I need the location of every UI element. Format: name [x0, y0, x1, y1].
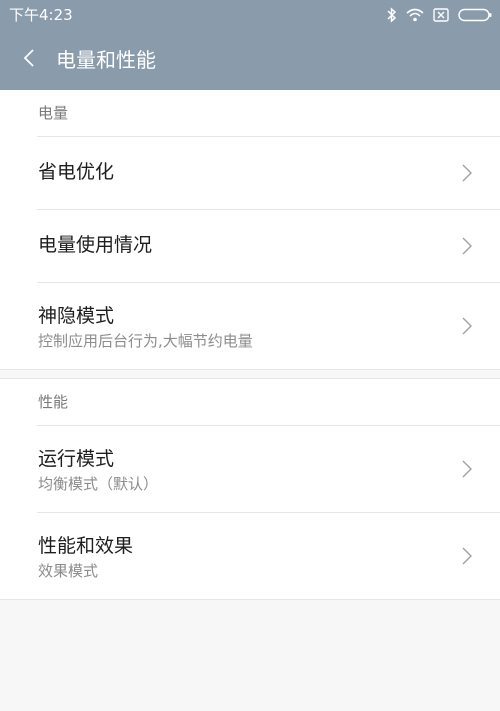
list-item-battery-usage[interactable]: 电量使用情况 — [37, 209, 500, 282]
bluetooth-icon — [387, 7, 397, 23]
battery-icon — [458, 8, 492, 22]
chevron-right-icon — [462, 547, 472, 565]
page-title: 电量和性能 — [56, 48, 156, 72]
back-button[interactable] — [14, 44, 44, 76]
section-divider — [0, 369, 500, 379]
section-header-battery: 电量 — [38, 104, 69, 122]
chevron-right-icon — [462, 460, 472, 478]
chevron-right-icon — [462, 317, 472, 335]
list-item-subtitle: 效果模式 — [38, 562, 99, 580]
section-performance: 性能 运行模式 均衡模式（默认） 性能和效果 效果模式 — [0, 379, 500, 600]
list-item-power-saving[interactable]: 省电优化 — [37, 136, 500, 209]
status-time: 下午4:23 — [9, 6, 73, 24]
list-item-run-mode[interactable]: 运行模式 均衡模式（默认） — [37, 425, 500, 512]
list-item-hidden-mode[interactable]: 神隐模式 控制应用后台行为,大幅节约电量 — [37, 282, 500, 369]
title-bar: 电量和性能 — [0, 30, 500, 90]
status-icons — [387, 5, 492, 25]
list-item-title: 电量使用情况 — [38, 234, 153, 256]
list-item-performance-effects[interactable]: 性能和效果 效果模式 — [37, 512, 500, 599]
section-header-performance: 性能 — [38, 393, 69, 411]
list-item-title: 神隐模式 — [38, 305, 115, 327]
list-item-title: 省电优化 — [38, 161, 115, 183]
status-bar: 下午4:23 — [0, 0, 500, 30]
list-item-title: 性能和效果 — [38, 535, 134, 557]
list-item-title: 运行模式 — [38, 448, 115, 470]
settings-content: 电量 省电优化 电量使用情况 神隐模式 控制应用后台行为,大幅节约电量 性能 运… — [0, 90, 500, 600]
chevron-right-icon — [462, 164, 472, 182]
section-battery: 电量 省电优化 电量使用情况 神隐模式 控制应用后台行为,大幅节约电量 — [0, 90, 500, 369]
no-sim-icon — [433, 8, 449, 22]
wifi-icon — [406, 8, 424, 22]
chevron-right-icon — [462, 237, 472, 255]
list-item-subtitle: 控制应用后台行为,大幅节约电量 — [38, 332, 253, 350]
list-item-subtitle: 均衡模式（默认） — [38, 475, 159, 493]
chevron-left-icon — [23, 48, 35, 72]
app-header: 下午4:23 电量和性能 — [0, 0, 500, 90]
